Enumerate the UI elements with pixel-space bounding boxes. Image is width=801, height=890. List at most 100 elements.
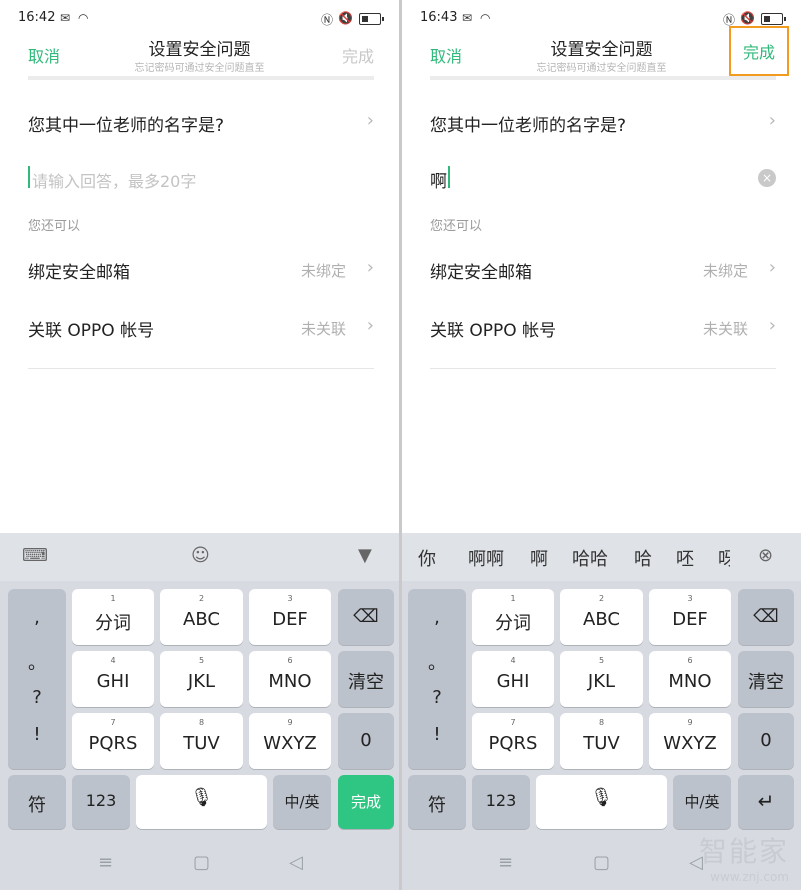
punct-key[interactable]: !: [408, 724, 466, 745]
key-1[interactable]: 1 分词: [472, 589, 554, 645]
section-hint: 您还可以: [28, 219, 81, 234]
status-bar: 16:42 ✉ ◠ Ⓝ 🔇: [18, 8, 384, 30]
done-button[interactable]: 完成: [342, 43, 374, 67]
collapse-keyboard-icon[interactable]: ▼: [358, 545, 372, 566]
symbol-key[interactable]: 符: [8, 775, 66, 829]
answer-input[interactable]: 啊 ×: [430, 164, 776, 194]
key-label: 0: [760, 730, 772, 751]
enter-key[interactable]: ↵: [738, 775, 794, 829]
key-number: 4: [110, 656, 116, 665]
key-8[interactable]: 8 TUV: [560, 713, 643, 769]
punctuation-column[interactable]: , 。 ? !: [8, 589, 66, 769]
key-4[interactable]: 4 GHI: [472, 651, 554, 707]
punct-key[interactable]: ,: [8, 607, 66, 628]
key-0[interactable]: 0: [338, 713, 394, 769]
key-8[interactable]: 8 TUV: [160, 713, 243, 769]
candidate-word[interactable]: 呀: [718, 545, 730, 569]
key-number: 8: [598, 718, 605, 727]
home-nav-icon[interactable]: ▢: [593, 852, 610, 873]
chevron-right-icon: ›: [768, 110, 776, 131]
number-mode-key[interactable]: 123: [72, 775, 130, 829]
keyboard-icon[interactable]: ⌨: [22, 545, 48, 566]
language-key[interactable]: 中/英: [273, 775, 331, 829]
candidate-word[interactable]: 哈: [634, 545, 652, 571]
language-key[interactable]: 中/英: [673, 775, 731, 829]
number-mode-key[interactable]: 123: [472, 775, 530, 829]
key-label: JKL: [587, 671, 616, 692]
emoji-icon[interactable]: ☺: [191, 545, 210, 566]
key-number: 9: [687, 718, 693, 727]
key-number: 8: [198, 718, 205, 727]
candidate-word[interactable]: 哈哈: [572, 545, 608, 571]
watermark: 智能家 www.znj.com: [699, 830, 789, 884]
key-number: 6: [687, 656, 693, 665]
punct-key[interactable]: !: [8, 724, 66, 745]
key-6[interactable]: 6 MNO: [649, 651, 731, 707]
nfc-icon: Ⓝ: [320, 13, 333, 27]
candidate-word[interactable]: 呸: [676, 545, 694, 571]
phone-screen-before: 16:42 ✉ ◠ Ⓝ 🔇 取消 设置安全问题 忘记密码可通过安全问题直至 完成…: [0, 0, 399, 890]
punct-key[interactable]: ?: [408, 687, 466, 708]
key-5[interactable]: 5 JKL: [560, 651, 643, 707]
space-key[interactable]: 🎙: [136, 775, 267, 829]
key-number: 2: [598, 594, 605, 603]
key-3[interactable]: 3 DEF: [649, 589, 731, 645]
key-2[interactable]: 2 ABC: [160, 589, 243, 645]
space-key[interactable]: 🎙: [536, 775, 667, 829]
chevron-right-icon: ›: [768, 257, 776, 278]
keyboard-toolbar: ⌨ ☺ ▼: [0, 533, 399, 581]
close-candidates-icon[interactable]: ⊗: [758, 545, 773, 566]
punctuation-column[interactable]: , 。 ? !: [408, 589, 466, 769]
key-label: ABC: [183, 609, 220, 630]
candidate-bar: 你 啊啊 啊 哈哈 哈 呸 呀 ⊗: [402, 533, 801, 581]
bind-email-item[interactable]: 绑定安全邮箱 未绑定 ›: [28, 253, 374, 283]
link-oppo-item[interactable]: 关联 OPPO 帐号 未关联 ›: [430, 311, 776, 341]
clear-input-icon[interactable]: ×: [758, 169, 776, 187]
menu-nav-icon[interactable]: ≡: [498, 852, 513, 873]
clear-key[interactable]: 清空: [738, 651, 794, 707]
link-oppo-label: 关联 OPPO 帐号: [28, 321, 155, 341]
clear-key[interactable]: 清空: [338, 651, 394, 707]
menu-nav-icon[interactable]: ≡: [98, 852, 113, 873]
mute-icon: 🔇: [338, 11, 353, 25]
home-nav-icon[interactable]: ▢: [193, 852, 210, 873]
backspace-key[interactable]: ⌫: [338, 589, 394, 645]
notification-icon: ✉: [462, 11, 473, 25]
candidate-word[interactable]: 啊啊: [468, 545, 504, 571]
key-0[interactable]: 0: [738, 713, 794, 769]
symbol-key[interactable]: 符: [408, 775, 466, 829]
punct-key[interactable]: ?: [8, 687, 66, 708]
status-bar: 16:43 ✉ ◠ Ⓝ 🔇: [420, 8, 786, 30]
key-2[interactable]: 2 ABC: [560, 589, 643, 645]
key-7[interactable]: 7 PQRS: [72, 713, 154, 769]
key-6[interactable]: 6 MNO: [249, 651, 331, 707]
question-select[interactable]: 您其中一位老师的名字是? ›: [430, 106, 776, 136]
back-nav-icon[interactable]: ◁: [289, 852, 303, 873]
answer-input[interactable]: 请输入回答，最多20字: [28, 164, 374, 194]
link-oppo-item[interactable]: 关联 OPPO 帐号 未关联 ›: [28, 311, 374, 341]
key-7[interactable]: 7 PQRS: [472, 713, 554, 769]
key-number: 9: [287, 718, 293, 727]
candidate-word[interactable]: 啊: [530, 545, 548, 571]
candidate-word[interactable]: 你: [418, 545, 436, 571]
key-label: MNO: [268, 671, 312, 692]
punct-key[interactable]: ,: [408, 607, 466, 628]
key-number: 5: [598, 656, 605, 665]
bind-email-item[interactable]: 绑定安全邮箱 未绑定 ›: [430, 253, 776, 283]
done-button[interactable]: 完成: [728, 26, 790, 76]
key-1[interactable]: 1 分词: [72, 589, 154, 645]
punct-key[interactable]: 。: [408, 649, 466, 675]
wifi-icon: ◠: [78, 11, 89, 25]
keyboard: ⌨ ☺ ▼ , 。 ? ! 1 分词 2 ABC 3 DEF ⌫ 4 GHI 5…: [0, 533, 399, 890]
enter-key[interactable]: 完成: [338, 775, 394, 829]
question-select[interactable]: 您其中一位老师的名字是? ›: [28, 106, 374, 136]
link-oppo-label: 关联 OPPO 帐号: [430, 321, 557, 341]
key-3[interactable]: 3 DEF: [249, 589, 331, 645]
chevron-right-icon: ›: [768, 315, 776, 336]
key-4[interactable]: 4 GHI: [72, 651, 154, 707]
key-9[interactable]: 9 WXYZ: [649, 713, 731, 769]
backspace-key[interactable]: ⌫: [738, 589, 794, 645]
punct-key[interactable]: 。: [8, 649, 66, 675]
key-5[interactable]: 5 JKL: [160, 651, 243, 707]
key-9[interactable]: 9 WXYZ: [249, 713, 331, 769]
